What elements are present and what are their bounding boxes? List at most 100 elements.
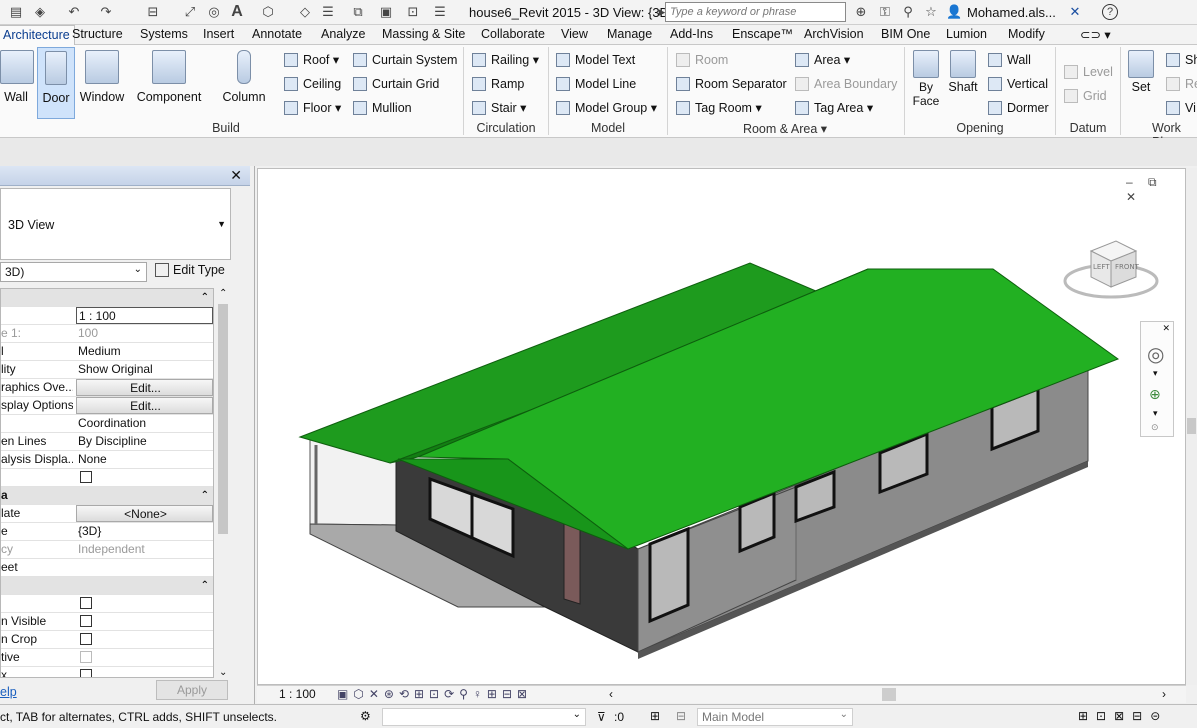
chevron-down-icon[interactable]: ▾ — [1153, 368, 1158, 379]
wall-opening-button[interactable]: Wall — [988, 51, 1031, 69]
property-row[interactable]: cy Independent — [1, 541, 213, 559]
property-row[interactable]: n Crop — [1, 631, 213, 649]
property-value[interactable]: 1 : 100 — [76, 307, 213, 324]
property-value[interactable] — [76, 667, 213, 677]
property-row[interactable]: tive — [1, 649, 213, 667]
thin-lines-icon[interactable]: ☰ — [320, 4, 336, 20]
property-value[interactable] — [76, 631, 213, 648]
tab-enscape[interactable]: Enscape™ — [732, 27, 793, 41]
property-row[interactable]: late <None> — [1, 505, 213, 523]
properties-help-link[interactable]: elp — [0, 685, 17, 699]
dimension-icon[interactable]: ⤢ — [182, 4, 198, 20]
view-scale[interactable]: 1 : 100 — [279, 687, 316, 701]
by-face-button[interactable]: By Face — [909, 47, 943, 119]
property-group[interactable]: a ⌃ — [1, 487, 213, 505]
selection-filters-icons[interactable]: ⊞⊡⊠⊟⊝ — [1078, 709, 1168, 723]
area-button[interactable]: Area ▾ — [795, 51, 850, 69]
property-row[interactable]: l Medium — [1, 343, 213, 361]
3d-viewport[interactable]: ‒ ⧉ ✕ LEFT FRONT ✕ ◎ ▾ ⊕ ▾ ⊙ — [257, 168, 1186, 685]
design-options-icon[interactable]: ⊟ — [676, 709, 686, 723]
text-icon[interactable]: A — [229, 4, 245, 20]
property-row[interactable]: n Visible — [1, 613, 213, 631]
model-text-button[interactable]: Model Text — [556, 51, 635, 69]
column-button[interactable]: Column — [219, 47, 269, 119]
property-value[interactable]: Independent — [76, 541, 213, 558]
property-value[interactable] — [76, 649, 213, 666]
tab-lumion[interactable]: Lumion — [946, 27, 987, 41]
property-value[interactable]: By Discipline — [76, 433, 213, 450]
curtain-system-button[interactable]: Curtain System — [353, 51, 457, 69]
checkbox[interactable] — [80, 597, 92, 609]
checkbox[interactable] — [80, 633, 92, 645]
property-value[interactable]: 100 — [76, 325, 213, 342]
tab-architecture[interactable]: Architecture — [0, 25, 75, 45]
property-row[interactable]: splay Options Edit... — [1, 397, 213, 415]
property-value[interactable]: Edit... — [76, 379, 213, 396]
property-row[interactable]: e {3D} — [1, 523, 213, 541]
binoculars-icon[interactable]: ⊕ — [853, 4, 869, 20]
section-icon[interactable]: ◇ — [297, 4, 313, 20]
editable-only-icon[interactable]: ⊞ — [650, 709, 660, 723]
close-icon[interactable]: ✕ — [1162, 323, 1170, 334]
stair-button[interactable]: Stair ▾ — [472, 99, 526, 117]
edit-type-button[interactable]: Edit Type — [155, 263, 225, 277]
tab-annotate[interactable]: Annotate — [252, 27, 302, 41]
shaft-button[interactable]: Shaft — [946, 47, 980, 119]
viewcube[interactable]: LEFT FRONT — [1061, 235, 1161, 308]
scroll-thumb[interactable] — [218, 304, 228, 534]
house-model[interactable] — [258, 169, 1187, 686]
open-icon[interactable]: ▤ — [8, 4, 24, 20]
tab-insert[interactable]: Insert — [203, 27, 234, 41]
property-value[interactable]: None — [76, 451, 213, 468]
checkbox[interactable] — [80, 651, 92, 663]
railing-button[interactable]: Railing ▾ — [472, 51, 539, 69]
group-graphics[interactable]: ⌃ — [1, 289, 213, 307]
workset-select[interactable]: ⌄ — [382, 708, 586, 726]
communication-icon[interactable]: ⚲ — [900, 4, 916, 20]
window-button[interactable]: Window — [78, 47, 126, 119]
horizontal-scroll-thumb[interactable] — [882, 688, 896, 701]
tab-add-ins[interactable]: Add-Ins — [670, 27, 713, 41]
property-value[interactable]: <None> — [76, 505, 213, 522]
property-value[interactable]: Edit... — [76, 397, 213, 414]
property-value[interactable] — [76, 559, 213, 576]
property-value[interactable] — [76, 595, 213, 612]
tab-systems[interactable]: Systems — [140, 27, 188, 41]
set-work-plane-button[interactable]: Set — [1124, 47, 1158, 119]
property-group[interactable]: ⌃ — [1, 577, 213, 595]
panel-label-room-area[interactable]: Room & Area ▾ — [730, 121, 840, 136]
subscription-icon[interactable]: ⚿ — [877, 4, 893, 20]
customize-icon[interactable]: ⊙ — [1151, 422, 1159, 433]
scroll-thumb[interactable] — [1187, 418, 1196, 434]
collapse-icon[interactable]: ⌃ — [201, 577, 209, 594]
model-line-button[interactable]: Model Line — [556, 75, 636, 93]
property-row[interactable]: eet — [1, 559, 213, 577]
properties-scrollbar[interactable]: ⌃ ⌄ — [216, 288, 230, 678]
checkbox[interactable] — [80, 669, 92, 677]
chevron-down-icon[interactable]: ▾ — [1153, 408, 1158, 419]
undo-icon[interactable]: ↶ — [66, 4, 82, 20]
tag-room-button[interactable]: Tag Room ▾ — [676, 99, 762, 117]
component-button[interactable]: Component — [134, 47, 204, 119]
checkbox[interactable] — [80, 471, 92, 483]
property-row[interactable]: x — [1, 667, 213, 677]
tag-icon[interactable]: ◎ — [206, 4, 222, 20]
view-control-icons[interactable]: ▣⬡✕⊛⟲⊞⊡⟳⚲♀⊞⊟⊠ — [337, 687, 532, 701]
tab-collaborate[interactable]: Collaborate — [481, 27, 545, 41]
room-button[interactable]: Room — [676, 51, 728, 69]
property-value[interactable]: Coordination — [76, 415, 213, 432]
checkbox[interactable] — [80, 615, 92, 627]
ramp-button[interactable]: Ramp — [472, 75, 524, 93]
tab-analyze[interactable]: Analyze — [321, 27, 365, 41]
right-scrollbar[interactable] — [1186, 168, 1197, 685]
area-boundary-button[interactable]: Area Boundary — [795, 75, 897, 93]
property-row[interactable]: 1 : 100 — [1, 307, 213, 325]
ribbon-options-icon[interactable]: ⊂⊃ ▾ — [1080, 27, 1111, 42]
tab-view[interactable]: View — [561, 27, 588, 41]
switch-windows-icon[interactable]: ▣ — [378, 4, 394, 20]
property-value[interactable]: Show Original — [76, 361, 213, 378]
worksets-icon[interactable]: ⚙ — [360, 709, 371, 723]
floor-button[interactable]: Floor ▾ — [284, 99, 341, 117]
tag-area-button[interactable]: Tag Area ▾ — [795, 99, 873, 117]
ceiling-button[interactable]: Ceiling — [284, 75, 341, 93]
